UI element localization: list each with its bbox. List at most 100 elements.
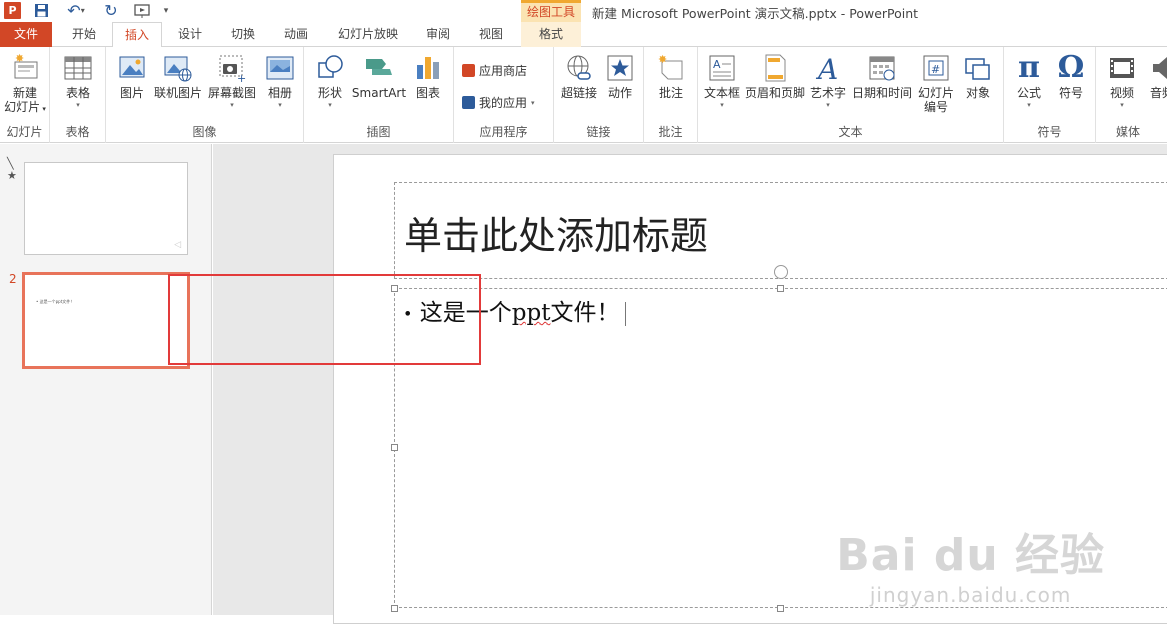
chart-button[interactable]: 图表 [410,53,446,100]
text-cursor [625,302,627,326]
resize-handle-top[interactable] [777,285,784,292]
action-button[interactable]: 动作 [602,53,638,100]
tab-format[interactable]: 格式 [521,22,581,47]
tab-design[interactable]: 设计 [168,22,212,47]
object-icon [963,53,993,83]
group-tables: 表格 ▾ 表格 [50,47,106,143]
tab-insert[interactable]: 插入 [112,22,162,48]
start-slideshow-button[interactable] [131,2,155,19]
group-label-comments: 批注 [658,125,683,139]
new-slide-button[interactable]: ✸ 新建 幻灯片 ▾ [2,52,48,116]
group-label-tables: 表格 [65,125,90,139]
customize-qat-button[interactable]: ▾ [161,2,171,19]
smartart-button[interactable]: SmartArt [350,53,408,100]
slide-number-icon: # [921,53,951,83]
slide-editing-area[interactable]: 单击此处添加标题 • 这是一个ppt文件！ Bai du 经验 jingyan.… [213,144,1167,624]
equation-button[interactable]: π 公式 ▾ [1010,53,1048,110]
table-button[interactable]: 表格 ▾ [58,53,98,110]
svg-text:A: A [713,58,721,71]
photo-album-icon [265,53,295,83]
chart-icon [413,53,443,83]
table-icon [63,53,93,83]
svg-text:✸: ✸ [658,53,667,66]
resize-handle-left[interactable] [391,444,398,451]
group-links: 超链接 动作 链接 [554,47,644,143]
datetime-button[interactable]: 日期和时间 [850,53,914,100]
title-placeholder-text[interactable]: 单击此处添加标题 [404,205,708,260]
tab-view[interactable]: 视图 [469,22,513,47]
symbol-button[interactable]: Ω 符号 [1052,50,1090,101]
window-title: 新建 Microsoft PowerPoint 演示文稿.pptx - Powe… [592,6,919,21]
shapes-button[interactable]: 形状 ▾ [310,53,350,110]
resize-handle-bottom[interactable] [777,605,784,612]
slide-number-button[interactable]: # 幻灯片 编号 [916,53,956,114]
tab-file[interactable]: 文件 [0,22,52,47]
my-apps-button[interactable]: 我的应用 ▾ [462,94,535,111]
textbox-icon: A [707,53,737,83]
wordart-button[interactable]: A 艺术字 ▾ [808,53,848,110]
header-footer-button[interactable]: 页眉和页脚 [744,53,806,100]
save-button[interactable] [33,2,50,19]
online-picture-icon [163,53,193,83]
slideshow-icon [134,3,150,18]
slide-number-2: 2 [9,272,17,286]
tab-animations[interactable]: 动画 [274,22,318,47]
ribbon-tabs: 文件 开始 插入 设计 切换 动画 幻灯片放映 审阅 视图 格式 [0,22,1167,48]
redo-button[interactable]: ↻ [102,1,120,20]
photo-album-button[interactable]: 相册 ▾ [260,53,300,110]
baidu-jingyan-logo: Bai du 经验 [836,530,1105,581]
group-label-media: 媒体 [1115,125,1140,139]
online-pictures-button[interactable]: 联机图片 [152,53,204,100]
office-store-button[interactable]: 应用商店 [462,62,527,79]
group-label-links: 链接 [586,125,611,139]
slide-thumbnail-2[interactable]: • 这是一个ppt文件！ [22,272,190,369]
group-symbols: π 公式 ▾ Ω 符号 符号 [1004,47,1096,143]
svg-text:A: A [815,53,838,83]
powerpoint-logo-icon: P [4,2,21,19]
screenshot-button[interactable]: + 屏幕截图 ▾ [206,53,258,110]
group-illustrations: 形状 ▾ SmartArt 图表 插图 [304,47,454,143]
calendar-icon [867,53,897,83]
tab-transitions[interactable]: 切换 [221,22,265,47]
group-label-images: 图像 [192,125,217,139]
pi-icon: π [1018,50,1040,85]
tab-slideshow[interactable]: 幻灯片放映 [330,22,406,47]
rotate-handle[interactable] [774,265,788,279]
object-button[interactable]: 对象 [958,53,998,100]
pictures-button[interactable]: 图片 [114,53,150,100]
spelling-error-word[interactable]: ppt [512,300,551,326]
group-label-apps: 应用程序 [479,125,528,139]
video-button[interactable]: 视频 ▾ [1104,53,1140,110]
resize-handle-bottom-left[interactable] [391,605,398,612]
undo-icon: ↶ [67,1,81,20]
comment-button[interactable]: ✸ 批注 [652,53,690,100]
redo-icon: ↻ [104,1,118,20]
tab-home[interactable]: 开始 [62,22,106,47]
group-slides: ✸ 新建 幻灯片 ▾ 幻灯片 [0,47,50,143]
group-comments: ✸ 批注 批注 [644,47,698,143]
tab-review[interactable]: 审阅 [416,22,460,47]
group-label-text: 文本 [838,125,863,139]
hyperlink-button[interactable]: 超链接 [558,53,600,100]
omega-icon: Ω [1057,50,1085,85]
wordart-icon: A [813,53,843,86]
shapes-icon [315,53,345,83]
svg-text:+: + [237,72,246,83]
slide-thumbnail-pane[interactable]: ╲ ★ ◁ 2 • 这是一个ppt文件！ [0,144,212,615]
ribbon-insert: ✸ 新建 幻灯片 ▾ 幻灯片 表格 ▾ 表格 图片 联机图片 + 屏幕截图 ▾ … [0,47,1167,143]
picture-icon [117,53,147,83]
baidu-watermark: Bai du 经验 jingyan.baidu.com [836,519,1105,607]
comment-icon: ✸ [656,53,686,83]
drawing-tools-context-label: 绘图工具 [521,0,581,22]
audio-button[interactable]: 音频 [1144,53,1167,100]
group-label-symbols: 符号 [1037,125,1062,139]
undo-button[interactable]: ↶ ▾ [62,1,90,20]
group-images: 图片 联机图片 + 屏幕截图 ▾ 相册 ▾ 图像 [106,47,304,143]
group-text: A 文本框 ▾ 页眉和页脚 A 艺术字 ▾ 日期和时间 # 幻灯片 编号 对象 … [698,47,1004,143]
group-label-slides: 幻灯片 [6,125,43,139]
group-apps: 应用商店 我的应用 ▾ 应用程序 [454,47,554,143]
store-icon [462,64,475,77]
textbox-button[interactable]: A 文本框 ▾ [702,53,742,110]
slide-thumbnail-1[interactable]: ◁ [24,162,188,255]
watermark-url: jingyan.baidu.com [869,583,1072,607]
